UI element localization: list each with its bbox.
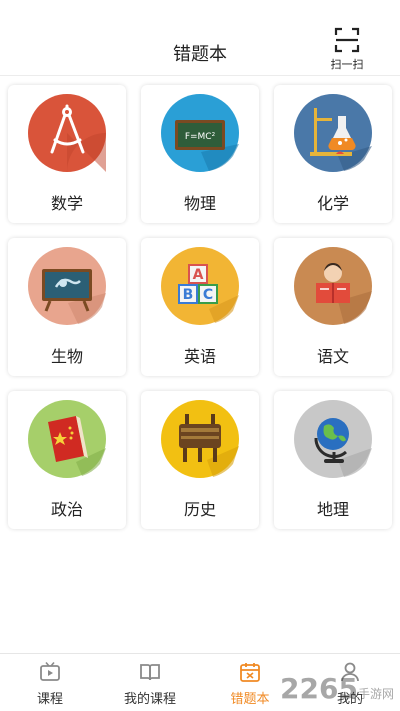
top-bar: 错题本 扫一扫 [0,0,400,76]
tab-me[interactable]: 我的 [300,654,400,711]
subject-card-english[interactable]: A B C 英语 [141,238,259,376]
tab-label: 课程 [36,692,63,707]
tab-courses[interactable]: 课程 [0,654,100,711]
flask-icon [294,94,372,172]
compass-icon [28,94,106,172]
book-icon [140,664,160,681]
reading-icon [294,247,372,325]
calendar-icon [240,663,260,682]
subject-card-history[interactable]: 历史 [141,391,259,529]
scan-button[interactable]: 扫一扫 [324,26,370,72]
abc-blocks-icon: A B C [161,247,239,325]
subject-card-chemistry[interactable]: 化学 [274,85,392,223]
subject-label: 语文 [316,347,349,366]
subject-card-politics[interactable]: 政治 [8,391,126,529]
subject-card-math[interactable]: 数学 [8,85,126,223]
tab-label: 我的课程 [123,692,176,707]
subject-grid: 数学 F=MC² 物理 化学 生物 A B C 英语 语文 政治 历史 地理 [8,85,392,529]
tab-my-courses[interactable]: 我的课程 [100,654,200,711]
chalkboard-icon: F=MC² [161,94,239,172]
microscope-board-icon [28,247,106,325]
subject-label: 生物 [50,347,83,366]
tv-icon [40,661,60,681]
svg-text:C: C [203,287,213,303]
subject-label: 物理 [183,194,216,213]
tab-label: 错题本 [230,692,270,707]
bottom-tab-bar: 课程 我的课程 错题本 我的 [0,653,400,711]
subject-label: 数学 [50,194,83,213]
red-book-icon [28,400,106,478]
tab-mistake-book[interactable]: 错题本 [200,654,300,711]
scan-label: 扫一扫 [330,58,364,71]
tab-label: 我的 [336,692,363,707]
svg-text:B: B [183,287,194,303]
subject-card-physics[interactable]: F=MC² 物理 [141,85,259,223]
subject-card-geography[interactable]: 地理 [274,391,392,529]
subject-label: 地理 [316,500,349,519]
subject-card-chinese[interactable]: 语文 [274,238,392,376]
subject-label: 化学 [316,194,349,213]
bronze-vessel-icon [161,400,239,478]
subject-label: 政治 [50,500,83,519]
subject-label: 历史 [183,500,216,519]
user-icon [341,662,359,682]
svg-text:A: A [193,267,204,283]
globe-icon [294,400,372,478]
subject-label: 英语 [183,347,216,366]
svg-text:F=MC²: F=MC² [185,132,216,142]
scan-icon [334,27,360,53]
subject-card-biology[interactable]: 生物 [8,238,126,376]
